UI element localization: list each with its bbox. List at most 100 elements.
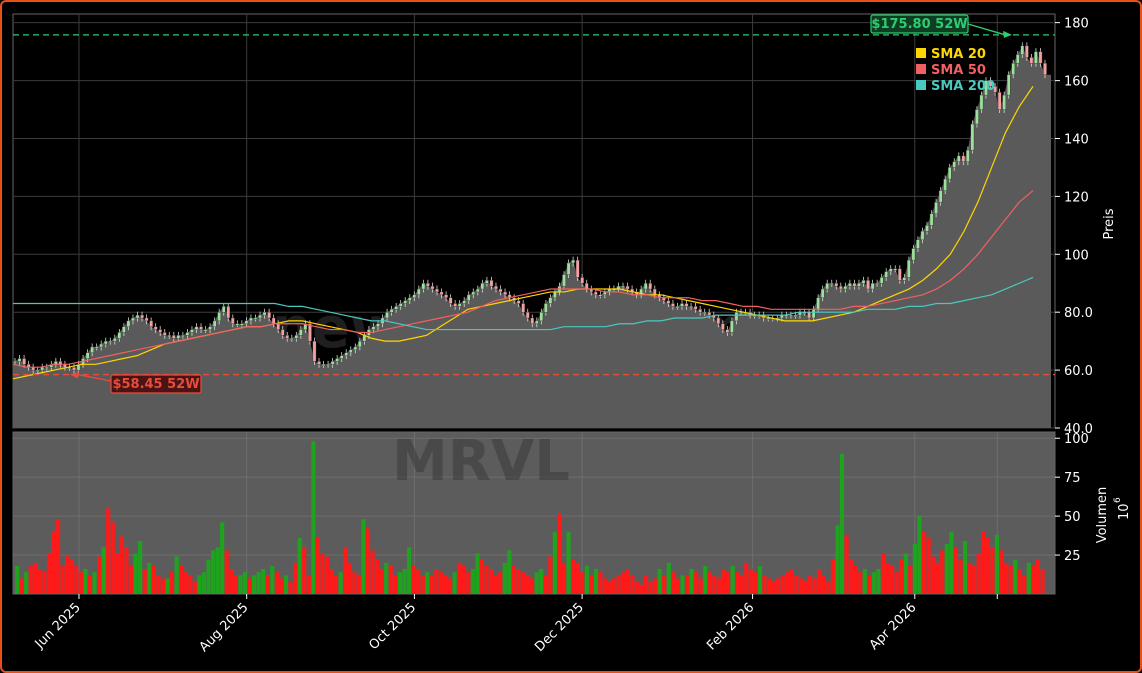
volume-bar-down	[958, 559, 963, 594]
volume-bar-down	[169, 572, 175, 594]
volume-bar-down	[434, 569, 439, 594]
candle-up	[212, 320, 217, 327]
volume-bar-down	[151, 565, 156, 594]
volume-bar-down	[639, 584, 644, 594]
volume-bar-up	[680, 575, 685, 594]
candle-up	[185, 332, 190, 336]
candle-up	[907, 259, 911, 278]
candle-down	[707, 311, 712, 316]
candle-down	[698, 309, 702, 313]
price-tick-label: 180	[1064, 17, 1089, 32]
volume-bar-up	[406, 547, 412, 594]
volume-bar-down	[621, 572, 626, 594]
volume-bar-down	[602, 578, 608, 594]
volume-bar-up	[361, 519, 366, 594]
candle-up	[99, 343, 104, 348]
volume-bar-up	[101, 547, 106, 594]
volume-bar-down	[748, 569, 753, 594]
candle-up	[544, 303, 548, 313]
volume-bar-up	[338, 572, 343, 594]
volume-bar-down	[128, 565, 134, 594]
volume-bar-down	[1017, 569, 1022, 594]
volume-bar-down	[87, 575, 93, 594]
candle-up	[190, 329, 194, 333]
volume-bar-down	[370, 550, 375, 594]
candle-down	[575, 259, 580, 278]
candle-down	[525, 311, 530, 319]
volume-bar-down	[712, 575, 717, 594]
candle-down	[834, 283, 839, 287]
volume-bar-down	[671, 572, 676, 594]
volume-bar-down	[789, 569, 794, 594]
volume-bar-down	[780, 575, 785, 594]
candle-up	[330, 361, 335, 365]
volume-bar-down	[739, 575, 744, 594]
volume-bar-down	[557, 513, 562, 594]
volume-bar-down	[653, 578, 658, 594]
volume-bar-down	[634, 581, 639, 594]
volume-bar-up	[238, 575, 243, 594]
volume-bar-down	[589, 575, 594, 594]
volume-bar-down	[598, 572, 603, 594]
candle-up	[884, 271, 888, 278]
candle-up	[888, 268, 893, 272]
candle-down	[652, 288, 657, 296]
volume-bar-down	[921, 531, 927, 594]
candle-down	[725, 329, 730, 333]
volume-bar-down	[798, 578, 804, 594]
volume-bar-up	[949, 531, 954, 594]
candle-down	[898, 268, 902, 281]
volume-bar-down	[794, 575, 799, 594]
volume-bar-up	[15, 565, 20, 594]
volume-bar-down	[844, 534, 849, 594]
volume-bar-down	[1003, 562, 1009, 594]
legend-label: SMA 20	[931, 47, 986, 62]
x-tick-label: Dec 2025	[532, 600, 587, 655]
candle-up	[353, 346, 358, 351]
volume-bar-down	[725, 572, 731, 594]
candle-down	[593, 291, 598, 296]
candle-up	[117, 332, 122, 339]
candle-down	[158, 329, 162, 333]
candle-down	[852, 283, 857, 287]
volume-bar-down	[224, 550, 229, 594]
volume-bar-down	[60, 565, 65, 594]
volume-bar-up	[944, 544, 949, 594]
candle-up	[122, 326, 126, 333]
volume-bar-down	[324, 556, 330, 594]
candle-down	[276, 323, 280, 330]
candle-up	[262, 311, 267, 316]
candle-down	[961, 155, 966, 162]
volume-bar-up	[689, 569, 694, 594]
candle-up	[825, 283, 830, 290]
candle-up	[462, 300, 467, 304]
volume-bar-down	[744, 562, 749, 594]
volume-bar-up	[757, 565, 763, 594]
candle-up	[412, 294, 417, 298]
volume-bar-down	[320, 553, 325, 594]
candle-up	[1020, 45, 1025, 55]
volume-bar-up	[703, 565, 708, 594]
volume-bar-down	[849, 559, 854, 594]
volume-bar-down	[247, 578, 252, 594]
legend-swatch	[916, 80, 926, 90]
volume-bar-down	[684, 575, 690, 594]
candle-up	[1015, 54, 1020, 64]
volume-bar-up	[384, 562, 389, 594]
volume-bar-down	[457, 562, 462, 594]
candle-up	[398, 303, 403, 307]
candle-up	[566, 262, 571, 275]
candle-up	[13, 361, 17, 364]
volume-bar-down	[867, 575, 872, 594]
candle-down	[312, 340, 317, 362]
volume-bar-up	[311, 441, 316, 594]
volume-bar-up	[147, 562, 152, 594]
volume-bar-down	[365, 528, 371, 594]
candle-up	[789, 314, 793, 317]
volume-bar-up	[566, 531, 571, 594]
candle-up	[457, 303, 462, 307]
x-tick-label: Apr 2026	[867, 600, 920, 653]
volume-bar-down	[466, 572, 471, 594]
candle-up	[548, 297, 553, 304]
volume-bar-down	[530, 578, 535, 594]
